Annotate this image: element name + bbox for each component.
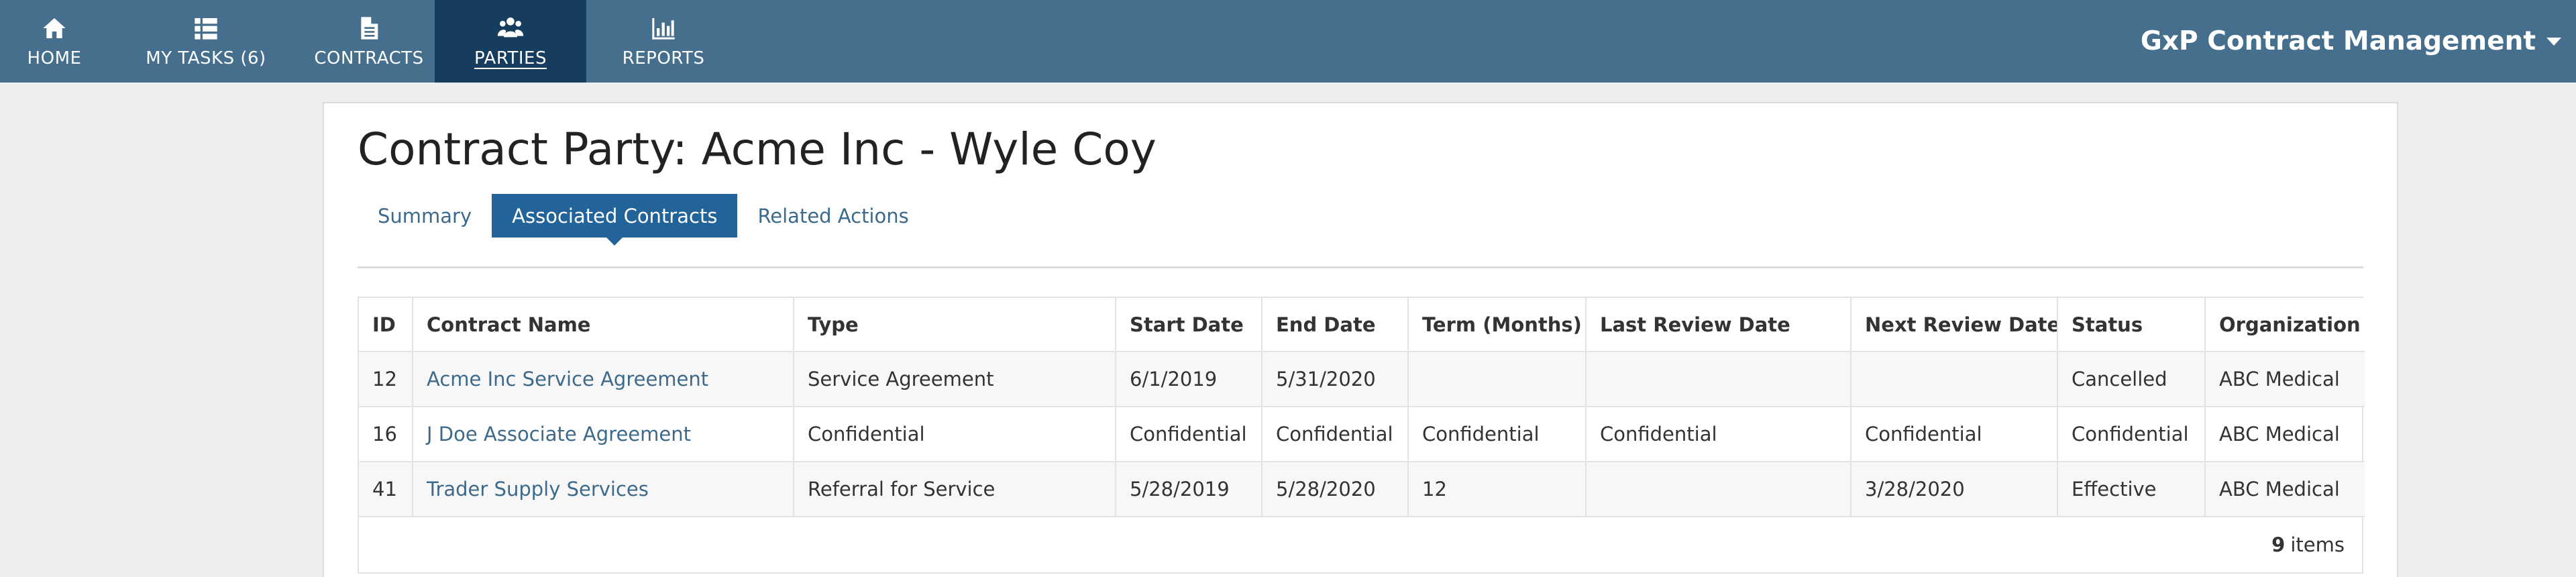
cell-start-date: 6/1/2019 [1116, 352, 1263, 407]
app-brand-title: GxP Contract Management [2140, 26, 2536, 56]
cell-type: Confidential [794, 407, 1116, 462]
contract-name-link[interactable]: Acme Inc Service Agreement [413, 352, 794, 407]
cell-end-date: 5/28/2020 [1262, 462, 1409, 517]
item-count: 9 [2271, 533, 2286, 556]
cell-end-date: 5/31/2020 [1262, 352, 1409, 407]
cell-status: Effective [2057, 462, 2206, 517]
nav-parties-label: PARTIES [474, 48, 547, 68]
cell-id: 12 [359, 352, 413, 407]
top-navbar: HOME MY TASKS (6) CONTRACTS PARTIES REPO… [0, 0, 2576, 83]
column-header[interactable]: ID [359, 298, 413, 352]
document-icon [361, 16, 378, 40]
nav-my-tasks[interactable]: MY TASKS (6) [109, 0, 303, 83]
content-panel: Contract Party: Acme Inc - Wyle Coy Summ… [323, 102, 2398, 577]
nav-reports[interactable]: REPORTS [586, 0, 741, 83]
column-header[interactable]: Type [794, 298, 1116, 352]
cell-organization: ABC Medical [2219, 423, 2340, 445]
column-header[interactable]: Term (Months) [1408, 298, 1587, 352]
cell-organization: ABC Medical [2219, 368, 2340, 390]
cell-start-date: Confidential [1116, 407, 1263, 462]
nav-contracts[interactable]: CONTRACTS [303, 0, 435, 83]
cell-last-review [1586, 462, 1851, 517]
column-header[interactable]: Organization [2205, 298, 2365, 352]
nav-parties[interactable]: PARTIES [435, 0, 586, 83]
contract-name-link[interactable]: J Doe Associate Agreement [413, 407, 794, 462]
cell-last-review: Confidential [1586, 407, 1851, 462]
cell-status: Confidential [2057, 407, 2206, 462]
list-icon [195, 17, 217, 40]
cell-end-date: Confidential [1262, 407, 1409, 462]
column-header[interactable]: Next Review Date [1851, 298, 2058, 352]
column-header[interactable]: Start Date [1116, 298, 1263, 352]
cell-next-review [1851, 352, 2058, 407]
users-icon [497, 17, 524, 37]
column-header[interactable]: Contract Name [413, 298, 794, 352]
nav-contracts-label: CONTRACTS [314, 48, 424, 68]
cell-term: 12 [1408, 462, 1587, 517]
app-brand-menu[interactable]: GxP Contract Management [2141, 0, 2561, 83]
tab-summary[interactable]: Summary [358, 194, 492, 238]
tab-related-actions[interactable]: Related Actions [737, 194, 928, 238]
column-header[interactable]: Status [2057, 298, 2206, 352]
contract-name-link[interactable]: Trader Supply Services [413, 462, 794, 517]
table-row[interactable]: 16 J Doe Associate Agreement Confidentia… [359, 407, 2365, 462]
tab-bar: Summary Associated Contracts Related Act… [358, 194, 929, 246]
cell-start-date: 5/28/2019 [1116, 462, 1263, 517]
table-header-row: ID Contract Name Type Start Date End Dat… [359, 298, 2365, 352]
bar-chart-icon [652, 17, 675, 40]
cell-next-review: Confidential [1851, 407, 2058, 462]
cell-type: Referral for Service [794, 462, 1116, 517]
grid-footer: 9 items [359, 517, 2362, 572]
contracts-grid: ID Contract Name Type Start Date End Dat… [358, 297, 2365, 574]
caret-down-icon [2546, 37, 2561, 46]
cell-next-review: 3/28/2020 [1851, 462, 2058, 517]
nav-my-tasks-label: MY TASKS (6) [146, 48, 266, 68]
nav-home[interactable]: HOME [0, 0, 109, 83]
home-icon [43, 17, 66, 38]
table-row[interactable]: 41 Trader Supply Services Referral for S… [359, 462, 2365, 517]
cell-type: Service Agreement [794, 352, 1116, 407]
cell-term: Confidential [1408, 407, 1587, 462]
contracts-table: ID Contract Name Type Start Date End Dat… [359, 298, 2365, 517]
cell-id: 16 [359, 407, 413, 462]
cell-status: Cancelled [2057, 352, 2206, 407]
nav-reports-label: REPORTS [622, 48, 705, 68]
nav-home-label: HOME [27, 48, 82, 68]
column-header[interactable]: Last Review Date [1586, 298, 1851, 352]
column-header[interactable]: End Date [1262, 298, 1409, 352]
cell-id: 41 [359, 462, 413, 517]
page-title: Contract Party: Acme Inc - Wyle Coy [358, 123, 1157, 175]
cell-last-review [1586, 352, 1851, 407]
tab-divider [358, 266, 2363, 268]
table-row[interactable]: 12 Acme Inc Service Agreement Service Ag… [359, 352, 2365, 407]
cell-term [1408, 352, 1587, 407]
cell-organization: ABC Medical [2219, 478, 2340, 501]
item-count-label: items [2290, 533, 2345, 556]
tab-associated-contracts[interactable]: Associated Contracts [492, 194, 738, 246]
